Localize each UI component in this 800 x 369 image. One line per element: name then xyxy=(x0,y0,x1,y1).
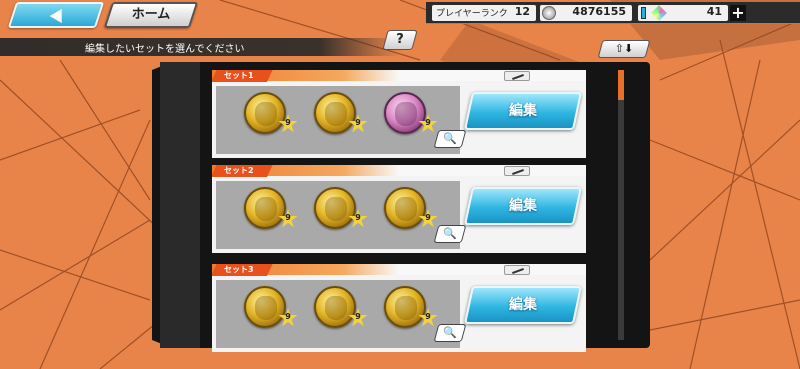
medal-pink[interactable] xyxy=(384,92,426,134)
zoom-icon: 🔍 xyxy=(443,227,457,240)
player-rank-label: プレイヤーランク xyxy=(436,9,508,19)
medal-gold[interactable] xyxy=(384,187,426,229)
gem-icon xyxy=(651,5,667,21)
gem-gauge xyxy=(641,7,646,19)
gem-box: 41 xyxy=(638,5,728,21)
medal-portrait xyxy=(255,102,277,126)
medal-portrait xyxy=(325,102,347,126)
help-icon: ? xyxy=(396,32,404,47)
star-level: 9 xyxy=(355,312,361,321)
scrollbar-thumb[interactable] xyxy=(618,70,624,100)
medal-portrait xyxy=(395,296,417,320)
panel-strip xyxy=(160,62,200,348)
medal-portrait xyxy=(255,296,277,320)
coin-icon xyxy=(542,6,556,20)
medal-gold[interactable] xyxy=(314,187,356,229)
star-level: 9 xyxy=(285,118,291,127)
star-level: 9 xyxy=(355,213,361,222)
medal-portrait xyxy=(325,197,347,221)
zoom-button[interactable]: 🔍 xyxy=(433,225,467,243)
scrollbar[interactable] xyxy=(618,70,624,340)
set-medals: 9 9 9 🔍 xyxy=(216,86,467,154)
set-tag: セット1 xyxy=(212,70,274,82)
medal-gold[interactable] xyxy=(244,92,286,134)
set-medals: 9 9 9 🔍 xyxy=(216,280,467,348)
star-level: 9 xyxy=(425,312,431,321)
player-rank-box: プレイヤーランク 12 xyxy=(432,5,536,21)
medal-portrait xyxy=(395,197,417,221)
set-tag: セット2 xyxy=(212,165,274,177)
rename-icon[interactable] xyxy=(504,166,530,176)
star-level: 9 xyxy=(285,312,291,321)
medal-gold[interactable] xyxy=(314,286,356,328)
edit-button[interactable]: 編集 xyxy=(463,187,583,225)
home-button[interactable]: ホーム xyxy=(103,2,199,28)
gem-value: 41 xyxy=(706,5,722,18)
zoom-icon: 🔍 xyxy=(443,326,457,339)
add-gems-button[interactable]: + xyxy=(730,5,746,21)
star-level: 9 xyxy=(355,118,361,127)
back-arrow-icon xyxy=(49,9,62,23)
back-button[interactable] xyxy=(7,2,105,28)
instruction-text: 編集したいセットを選んでください xyxy=(85,44,245,55)
rename-icon[interactable] xyxy=(504,71,530,81)
medal-gold[interactable] xyxy=(244,187,286,229)
edit-button[interactable]: 編集 xyxy=(463,286,583,324)
coin-value: 4876155 xyxy=(572,5,626,18)
star-level: 9 xyxy=(285,213,291,222)
star-level: 9 xyxy=(425,118,431,127)
player-rank-value: 12 xyxy=(514,5,530,18)
sort-icon: ⇧⬇ xyxy=(614,42,634,55)
set-card-1: セット1 9 9 9 🔍 編集 xyxy=(212,70,586,158)
zoom-button[interactable]: 🔍 xyxy=(433,324,467,342)
zoom-icon: 🔍 xyxy=(443,132,457,145)
star-level: 9 xyxy=(425,213,431,222)
instruction-bar: 編集したいセットを選んでください xyxy=(0,38,400,56)
set-card-2: セット2 9 9 9 🔍 編集 xyxy=(212,165,586,253)
rename-icon[interactable] xyxy=(504,265,530,275)
medal-portrait xyxy=(395,102,417,126)
home-label: ホーム xyxy=(131,7,171,22)
set-medals: 9 9 9 🔍 xyxy=(216,181,467,249)
medal-gold[interactable] xyxy=(314,92,356,134)
edit-button[interactable]: 編集 xyxy=(463,92,583,130)
medal-gold[interactable] xyxy=(384,286,426,328)
sort-button[interactable]: ⇧⬇ xyxy=(597,40,651,58)
help-button[interactable]: ? xyxy=(382,30,418,50)
zoom-button[interactable]: 🔍 xyxy=(433,130,467,148)
set-tag: セット3 xyxy=(212,264,274,276)
medal-gold[interactable] xyxy=(244,286,286,328)
set-card-3: セット3 9 9 9 🔍 編集 xyxy=(212,264,586,352)
medal-portrait xyxy=(255,197,277,221)
status-bar: プレイヤーランク 12 4876155 41 + xyxy=(426,2,800,24)
medal-portrait xyxy=(325,296,347,320)
coin-box: 4876155 xyxy=(540,5,632,21)
